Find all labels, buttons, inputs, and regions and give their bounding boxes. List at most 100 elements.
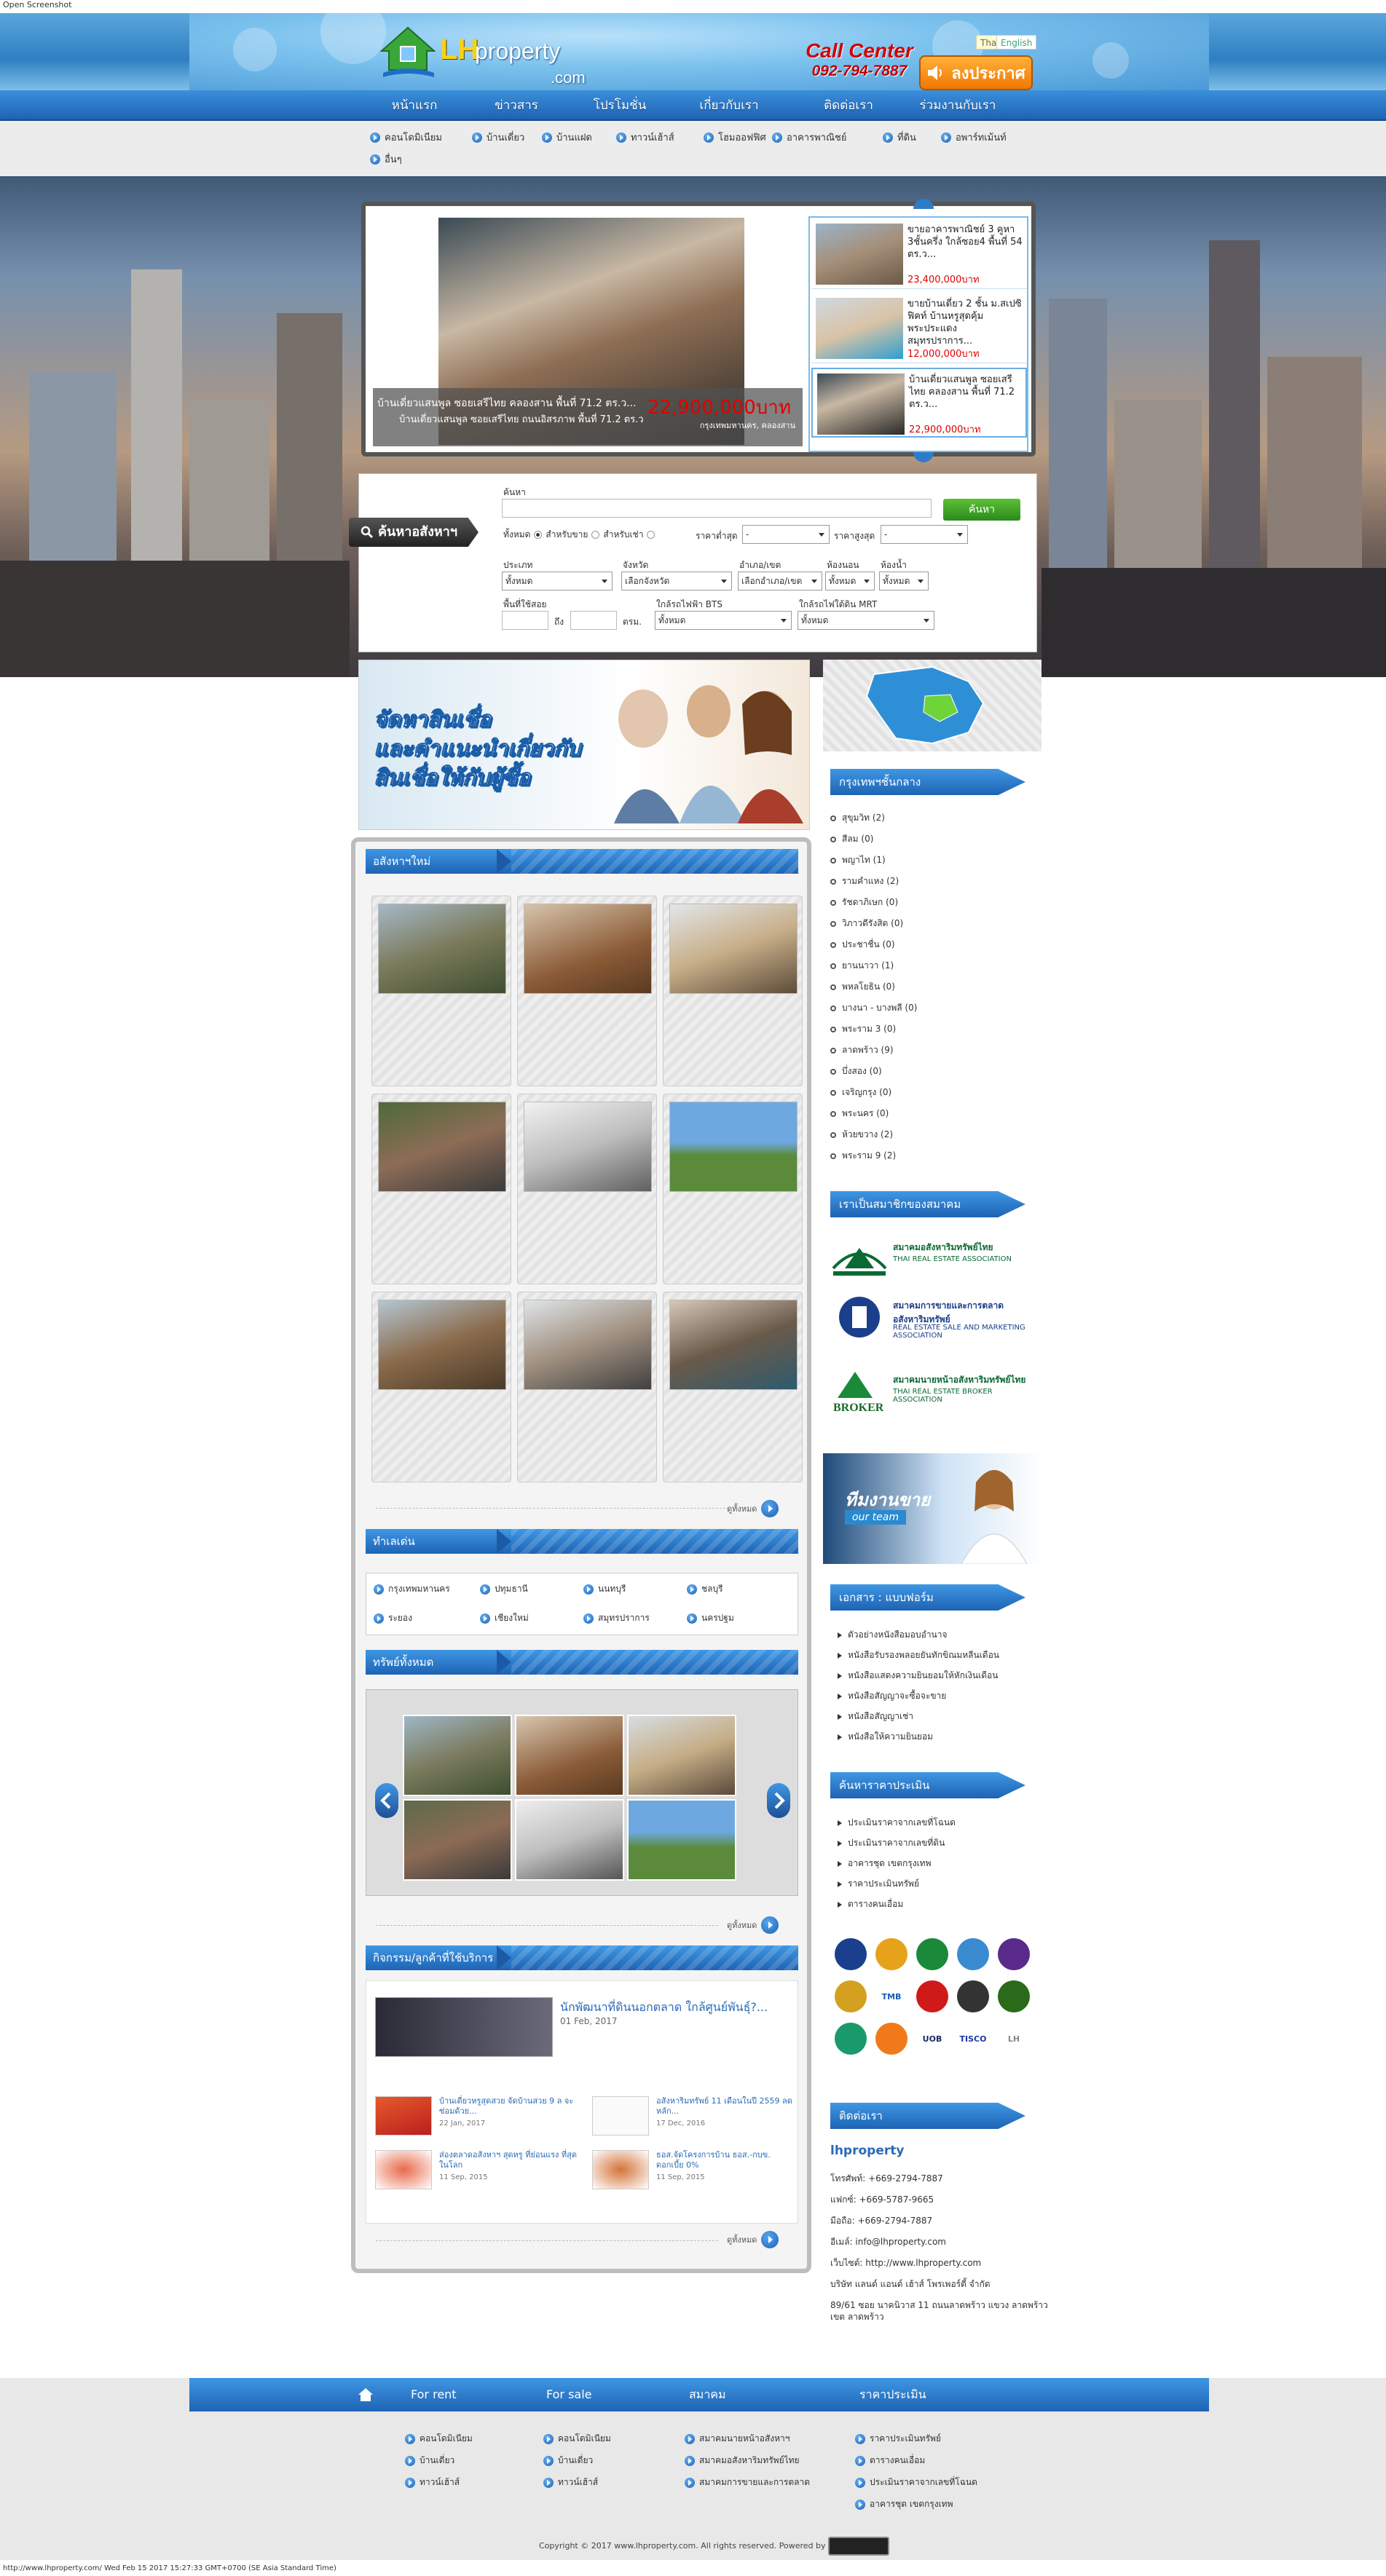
- property-card[interactable]: [371, 1292, 511, 1482]
- bkk-area-item[interactable]: สีลม (0): [830, 832, 873, 846]
- bkk-area-item[interactable]: รามคำแหง (2): [830, 874, 899, 888]
- property-image[interactable]: [378, 1300, 506, 1390]
- footer-link-rent[interactable]: คอนโดมิเนียม: [405, 2432, 473, 2446]
- cat-house[interactable]: บ้านเดี่ยว: [472, 130, 524, 145]
- activity-thumb[interactable]: [375, 2096, 432, 2136]
- activity-title[interactable]: บ้านเดี่ยวหรูสุดสวย จัดบ้านสวย 9 ล จะซ่อ…: [439, 2096, 578, 2117]
- property-card[interactable]: [663, 1094, 803, 1284]
- bkk-area-item[interactable]: บางนา - บางพลี (0): [830, 1001, 917, 1015]
- area-min-input[interactable]: [502, 611, 548, 630]
- property-image[interactable]: [378, 904, 506, 994]
- price-min-select[interactable]: -: [742, 525, 830, 544]
- slider-thumb-active[interactable]: บ้านเดี่ยวแสนพูล ซอยเสรีไทย คลองสาน พื้น…: [811, 368, 1027, 438]
- nav-news[interactable]: ข่าวสาร: [462, 90, 571, 121]
- cat-condo[interactable]: คอนโดมิเนียม: [370, 130, 442, 145]
- bank-icon-8[interactable]: [916, 1980, 948, 2012]
- bkk-area-item[interactable]: ห้วยขวาง (2): [830, 1128, 893, 1142]
- cat-twin-house[interactable]: บ้านแฝด: [542, 130, 592, 145]
- sales-team-banner[interactable]: ทีมงานขาย our team: [823, 1453, 1042, 1564]
- province-item[interactable]: ระยอง: [374, 1611, 412, 1625]
- site-logo[interactable]: LH property .com: [379, 20, 597, 87]
- property-image[interactable]: [378, 1102, 506, 1192]
- price-link[interactable]: ราคาประเมินทรัพย์: [838, 1877, 919, 1891]
- property-card[interactable]: [371, 896, 511, 1086]
- carousel-next-button[interactable]: [767, 1783, 790, 1818]
- bkk-area-item[interactable]: วิภาวดีรังสิต (0): [830, 917, 903, 931]
- nav-careers[interactable]: ร่วมงานกับเรา: [903, 90, 1012, 121]
- province-item[interactable]: ปทุมธานี: [480, 1582, 528, 1596]
- footer-link-assoc[interactable]: สมาคมการขายและการตลาด: [685, 2476, 810, 2489]
- carousel-image[interactable]: [515, 1799, 624, 1881]
- carousel-image[interactable]: [403, 1799, 512, 1881]
- assoc-item[interactable]: สมาคมการขายและการตลาด อสังหาริมทรัพย์ RE…: [830, 1295, 1042, 1346]
- bkk-area-item[interactable]: พญาไท (1): [830, 853, 886, 867]
- activity-thumb[interactable]: [592, 2096, 649, 2136]
- footer-link-sale[interactable]: คอนโดมิเนียม: [543, 2432, 611, 2446]
- loan-banner[interactable]: จัดหาสินเชื่อ และคำแนะนำเกี่ยวกับ สินเชื…: [358, 660, 810, 830]
- doc-link[interactable]: หนังสือแสดงความยินยอมให้หักเงินเดือน: [838, 1669, 998, 1683]
- bkk-area-item[interactable]: บึ่งสอง (0): [830, 1064, 882, 1078]
- radio-rent[interactable]: [647, 531, 655, 539]
- price-link[interactable]: อาคารชุด เขตกรุงเทพ: [838, 1857, 932, 1870]
- property-card[interactable]: [663, 896, 803, 1086]
- bank-icon-10[interactable]: [998, 1980, 1030, 2012]
- footer-link-price[interactable]: ตารางคนเอื่อม: [855, 2454, 925, 2468]
- footer-link-price[interactable]: ราคาประเมินทรัพย์: [855, 2432, 941, 2446]
- category-select[interactable]: ทั้งหมด: [502, 572, 613, 590]
- bkk-area-item[interactable]: ลาดพร้าว (9): [830, 1043, 894, 1057]
- cat-land[interactable]: ที่ดิน: [883, 130, 916, 145]
- radio-all[interactable]: [534, 531, 543, 539]
- bkk-area-item[interactable]: พระราม 3 (0): [830, 1022, 896, 1036]
- bangkok-map[interactable]: [823, 660, 1042, 751]
- announce-button[interactable]: ลงประกาศ: [919, 55, 1033, 90]
- see-all-new[interactable]: ดูทั้งหมด: [727, 1500, 779, 1517]
- property-card[interactable]: [517, 1292, 657, 1482]
- footer-link-rent[interactable]: ทาวน์เฮ้าส์: [405, 2476, 460, 2489]
- bank-icon-3[interactable]: [916, 1938, 948, 1970]
- lang-english[interactable]: English: [996, 35, 1037, 50]
- see-all-activity[interactable]: ดูทั้งหมด: [727, 2231, 779, 2248]
- footer-link-rent[interactable]: บ้านเดี่ยว: [405, 2454, 454, 2468]
- property-image[interactable]: [524, 1102, 652, 1192]
- bkk-area-item[interactable]: พระราม 9 (2): [830, 1149, 896, 1163]
- district-select[interactable]: เลือกอำเภอ/เขต: [738, 572, 822, 590]
- carousel-prev-button[interactable]: [375, 1783, 398, 1818]
- slider-thumb[interactable]: ขายบ้านเดี่ยว 2 ชั้น ม.สเปซิฟิคท์ บ้านหร…: [811, 293, 1027, 363]
- doc-link[interactable]: หนังสือสัญญาจะซื้อจะขาย: [838, 1689, 946, 1703]
- province-item[interactable]: สมุทรปราการ: [583, 1611, 650, 1625]
- keyword-input[interactable]: [502, 499, 932, 518]
- cat-townhouse[interactable]: ทาวน์เฮ้าส์: [616, 130, 674, 145]
- price-link[interactable]: ตารางคนเอื่อม: [838, 1897, 903, 1911]
- see-all-property[interactable]: ดูทั้งหมด: [727, 1916, 779, 1934]
- property-image[interactable]: [669, 1102, 798, 1192]
- home-icon[interactable]: [357, 2387, 374, 2403]
- footer-price[interactable]: ราคาประเมิน: [859, 2378, 926, 2411]
- footer-link-sale[interactable]: ทาวน์เฮ้าส์: [543, 2476, 598, 2489]
- property-image[interactable]: [669, 1300, 798, 1390]
- footer-for-rent[interactable]: For rent: [411, 2378, 457, 2411]
- activity-thumb[interactable]: [592, 2150, 649, 2189]
- province-item[interactable]: นครปฐม: [687, 1611, 734, 1625]
- cat-apartment[interactable]: อพาร์ทเม้นท์: [941, 130, 1007, 145]
- assoc-item[interactable]: สมาคมอสังหาริมทรัพย์ไทย THAI REAL ESTATE…: [830, 1236, 1042, 1287]
- nav-about[interactable]: เกี่ยวกับเรา: [674, 90, 784, 121]
- property-card[interactable]: [663, 1292, 803, 1482]
- bkk-area-item[interactable]: ยานนาวา (1): [830, 959, 894, 973]
- doc-link[interactable]: หนังสือให้ความยินยอม: [838, 1730, 933, 1744]
- bkk-area-item[interactable]: พหลโยธิน (0): [830, 980, 895, 994]
- search-button[interactable]: ค้นหา: [943, 499, 1020, 521]
- province-item[interactable]: เชียงใหม่: [480, 1611, 529, 1625]
- bank-icon-tmb[interactable]: TMB: [875, 1980, 907, 2012]
- bkk-area-item[interactable]: สุขุมวิท (2): [830, 811, 885, 825]
- property-card[interactable]: [517, 1094, 657, 1284]
- activity-title[interactable]: อสังหาริมทรัพย์ 11 เดือนในปี 2559 ลดหลัก…: [656, 2096, 795, 2117]
- footer-link-price[interactable]: อาคารชุด เขตกรุงเทพ: [855, 2497, 953, 2511]
- cat-home-office[interactable]: โฮมออฟฟิศ: [704, 130, 766, 145]
- price-link[interactable]: ประเมินราคาจากเลขที่ดิน: [838, 1836, 945, 1850]
- property-image[interactable]: [524, 1300, 652, 1390]
- price-link[interactable]: ประเมินราคาจากเลขที่โฉนด: [838, 1816, 956, 1830]
- footer-link-sale[interactable]: บ้านเดี่ยว: [543, 2454, 593, 2468]
- province-item[interactable]: นนทบุรี: [583, 1582, 626, 1596]
- activity-main-image[interactable]: [375, 1997, 553, 2057]
- bank-icon-uob[interactable]: UOB: [916, 2023, 948, 2055]
